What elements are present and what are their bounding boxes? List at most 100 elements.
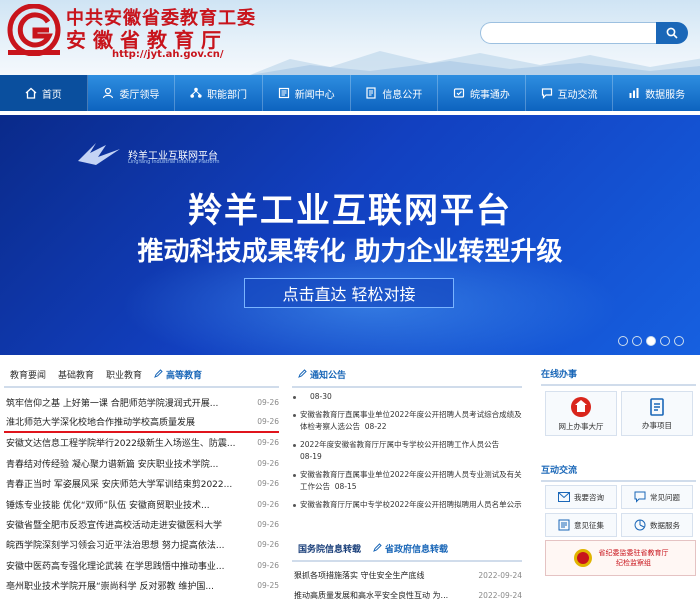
consult-button[interactable]: 我要咨询 xyxy=(545,485,617,509)
nav-item-data[interactable]: 数据服务 xyxy=(613,75,700,111)
online-hall-button[interactable]: 网上办事大厅 xyxy=(545,391,617,436)
site-url[interactable]: http://jyt.ah.gov.cn/ xyxy=(112,49,224,60)
search-input[interactable] xyxy=(480,22,656,44)
news-title: 推动高质量发展和高水平安全良性互动 为... xyxy=(294,591,449,601)
tab-provincial-gov-info[interactable]: 省政府信息转载 xyxy=(367,540,454,560)
news-title: 狠抓各项措施落实 守住安全生产底线 xyxy=(294,570,425,580)
nav-label: 信息公开 xyxy=(382,89,423,101)
data-service-label: 数据服务 xyxy=(650,520,680,530)
carousel-dot[interactable] xyxy=(674,336,684,346)
carousel-dot[interactable] xyxy=(660,336,670,346)
news-title: 淮北师范大学深化校地合作推动学校高质量发展 xyxy=(6,418,196,429)
notice-date-only: 08-30 xyxy=(292,388,522,406)
list-item[interactable]: 安徽中医药高专强化理论武装 在学思践悟中推动事业... 09-26 xyxy=(4,555,279,575)
banner-carousel[interactable]: 羚羊工业互联网平台 LingYang Industrial Internet P… xyxy=(0,115,700,355)
notice-item[interactable]: 安徽省教育厅直属事业单位2022年度公开招聘人员考试综合成绩及体检考察人选公告 … xyxy=(292,406,522,436)
nav-label: 互动交流 xyxy=(557,89,598,101)
list-item[interactable]: 推动高质量发展和高水平安全良性互动 为... 2022-09-24 xyxy=(292,585,522,605)
party-emblem-icon xyxy=(573,549,592,567)
divider xyxy=(541,480,696,482)
tab-vocational-education[interactable]: 职业教育 xyxy=(100,366,148,386)
news-list: 筑牢信仰之基 上好第一课 合肥师范学院漫润式开展... 09-26 淮北师范大学深… xyxy=(4,392,279,596)
tab-notices[interactable]: 通知公告 xyxy=(292,366,352,386)
list-item[interactable]: 筑牢信仰之基 上好第一课 合肥师范学院漫润式开展... 09-26 xyxy=(4,392,279,412)
nav-item-leaders[interactable]: 委厅领导 xyxy=(88,75,176,111)
banner-brand-en: LingYang Industrial Internet Platform xyxy=(128,159,220,165)
chat-icon xyxy=(541,88,552,99)
news-title: 安徽中医药高专强化理论武装 在学思践悟中推动事业... xyxy=(6,561,225,572)
carousel-dot-active[interactable] xyxy=(646,336,656,346)
carousel-dot[interactable] xyxy=(632,336,642,346)
tab-basic-education[interactable]: 基础教育 xyxy=(52,366,100,386)
tab-state-council-info[interactable]: 国务院信息转载 xyxy=(292,540,367,560)
news-tabs: 教育要闻 基础教育 职业教育 高等教育 xyxy=(4,366,279,388)
list-item[interactable]: 青春结对传经验 凝心聚力谱新篇 安庆职业技术学院... 09-26 xyxy=(4,453,279,473)
notice-item[interactable]: 2022年度安徽省教育厅厅属中专学校公开招聘工作人员公告 08-19 xyxy=(292,436,522,466)
notice-item[interactable]: 安徽省教育厅直属事业单位2022年度公开招聘人员专业测试及有关工作公告 08-1… xyxy=(292,466,522,496)
service-items-button[interactable]: 办事项目 xyxy=(621,391,693,436)
list-item[interactable]: 安徽文达信息工程学院举行2022级新生入场巡生、防震... 09-26 xyxy=(4,433,279,453)
online-hall-label: 网上办事大厅 xyxy=(558,421,604,431)
nav-label: 委厅领导 xyxy=(119,89,160,101)
news-title: 筑牢信仰之基 上好第一课 合肥师范学院漫润式开展... xyxy=(6,398,219,409)
list-item[interactable]: 皖西学院深刻学习领会习近平法治思想 努力提高依法... 09-26 xyxy=(4,535,279,555)
opinion-icon xyxy=(558,519,570,531)
notice-item[interactable]: 安徽省教育厅厅属中专学校2022年度公开招聘拟聘用人员名单公示 xyxy=(292,496,522,514)
site-logo-icon[interactable] xyxy=(5,4,63,56)
news-date: 09-26 xyxy=(257,397,279,407)
carousel-dot[interactable] xyxy=(618,336,628,346)
search-bar xyxy=(480,22,688,44)
list-item[interactable]: 锤炼专业技能 优化“双师”队伍 安徽商贸职业技术... 09-26 xyxy=(4,494,279,514)
doc-icon xyxy=(650,397,664,416)
notice-title: 安徽省教育厅厅属中专学校2022年度公开招聘拟聘用人员名单公示 xyxy=(300,500,522,509)
news-date: 09-26 xyxy=(257,520,279,530)
news-date: 09-26 xyxy=(257,438,279,448)
news-date: 2022-09-24 xyxy=(478,591,522,601)
discipline-inspection-banner[interactable]: 省纪委监委驻省教育厅 纪检监察组 xyxy=(545,540,696,576)
search-button[interactable] xyxy=(656,22,688,44)
notice-scroll[interactable]: 08-30 安徽省教育厅直属事业单位2022年度公开招聘人员考试综合成绩及体检考… xyxy=(292,388,522,530)
list-item[interactable]: 淮北师范大学深化校地合作推动学校高质量发展 09-26 xyxy=(4,412,279,433)
carousel-dots xyxy=(618,336,684,346)
tab-higher-education[interactable]: 高等教育 xyxy=(148,366,208,386)
nav-item-news[interactable]: 新闻中心 xyxy=(263,75,351,111)
news-title: 皖西学院深刻学习领会习近平法治思想 努力提高依法... xyxy=(6,541,225,552)
list-item[interactable]: 亳州职业技术学院开展“崇尚科学 反对邪教 维护国... 09-25 xyxy=(4,576,279,596)
nav-item-home[interactable]: 首页 xyxy=(0,75,88,111)
faq-button[interactable]: 常见问题 xyxy=(621,485,693,509)
education-news-panel: 教育要闻 基础教育 职业教育 高等教育 筑牢信仰之基 上好第一课 合肥师范学院漫… xyxy=(4,366,279,596)
site-header: 中共安徽省委教育工委 安徽省教育厅 http://jyt.ah.gov.cn/ xyxy=(0,0,700,75)
news-date: 09-25 xyxy=(257,581,279,591)
question-icon xyxy=(634,491,646,503)
nav-item-interaction[interactable]: 互动交流 xyxy=(526,75,614,111)
faq-label: 常见问题 xyxy=(650,492,680,502)
service-icon xyxy=(453,88,465,98)
list-item[interactable]: 狠抓各项措施落实 守住安全生产底线 2022-09-24 xyxy=(292,565,522,585)
department-icon xyxy=(190,87,202,98)
hall-icon xyxy=(571,396,591,417)
nav-label: 职能部门 xyxy=(207,89,248,101)
data-service-button[interactable]: 数据服务 xyxy=(621,513,693,537)
news-title: 青春结对传经验 凝心聚力谱新篇 安庆职业技术学院... xyxy=(6,459,219,470)
gov-info-tabs: 国务院信息转载 省政府信息转载 xyxy=(292,540,522,562)
nav-item-services[interactable]: 皖事通办 xyxy=(438,75,526,111)
interaction-title: 互动交流 xyxy=(541,466,578,476)
main-nav: 首页 委厅领导 职能部门 新闻中心 信息公开 皖事通办 互动交流 数据服务 xyxy=(0,75,700,111)
services-panel: 在线办事 网上办事大厅 办事项目 互动交流 我要咨询 常见问题 意见征集 数据服… xyxy=(541,366,696,576)
news-date: 09-26 xyxy=(257,417,279,427)
notice-panel: 通知公告 08-30 安徽省教育厅直属事业单位2022年度公开招聘人员考试综合成… xyxy=(292,366,522,606)
news-date: 09-26 xyxy=(257,560,279,570)
news-title: 亳州职业技术学院开展“崇尚科学 反对邪教 维护国... xyxy=(6,582,214,593)
nav-item-info[interactable]: 信息公开 xyxy=(351,75,439,111)
banner-cta-button[interactable]: 点击直达 轻松对接 xyxy=(244,278,454,308)
list-item[interactable]: 安徽省暨全肥市反恐宣传进高校活动走进安徽医科大学 09-26 xyxy=(4,514,279,534)
nav-item-departments[interactable]: 职能部门 xyxy=(175,75,263,111)
tab-label: 省政府信息转载 xyxy=(385,545,449,555)
opinion-button[interactable]: 意见征集 xyxy=(545,513,617,537)
list-item[interactable]: 青春正当时 军姿展风采 安庆师范大学军训结束剪2022... 09-26 xyxy=(4,474,279,494)
notice-title: 安徽省教育厅直属事业单位2022年度公开招聘人员考试综合成绩及体检考察人选公告 xyxy=(300,410,522,431)
divider xyxy=(541,384,696,386)
home-icon xyxy=(25,87,37,99)
tab-education-news[interactable]: 教育要闻 xyxy=(4,366,52,386)
notice-date: 08-22 xyxy=(364,422,387,431)
